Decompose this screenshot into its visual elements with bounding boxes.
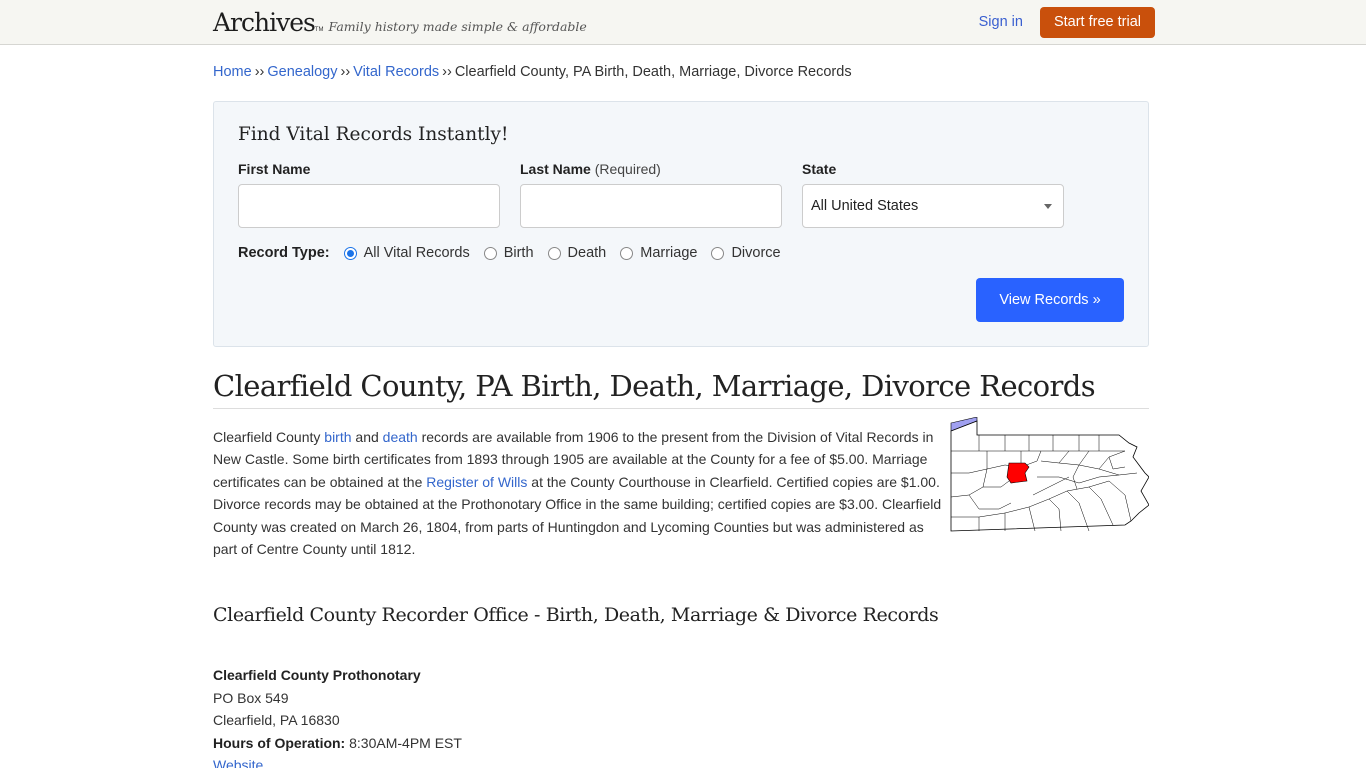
sign-in-link[interactable]: Sign in [979, 14, 1023, 30]
chevron-down-icon [1044, 203, 1052, 209]
record-type-group: Record Type: All Vital Records Birth Dea… [238, 245, 1124, 261]
first-name-label: First Name [238, 161, 311, 177]
register-of-wills-link[interactable]: Register of Wills [426, 474, 527, 490]
breadcrumb: Home ›› Genealogy ›› Vital Records ›› Clearfie… [211, 64, 1155, 80]
state-label: State [802, 161, 837, 177]
breadcrumb-genealogy[interactable]: Genealogy [267, 64, 337, 80]
intro-paragraph: Clearfield County birth and death record… [213, 429, 942, 558]
office-info: Clearfield County Prothonotary PO Box 54… [213, 664, 1155, 768]
breadcrumb-current: Clearfield County, PA Birth, Death, Marr… [454, 64, 852, 80]
radio-marriage[interactable]: Marriage [620, 245, 697, 261]
tagline: Family history made simple & affordable [328, 18, 587, 34]
search-panel: Find Vital Records Instantly! First Name… [213, 101, 1149, 347]
recorder-office-heading: Clearfield County Recorder Office - Birt… [213, 604, 939, 627]
breadcrumb-separator: ›› [442, 64, 452, 80]
state-selected-value: All United States [811, 198, 919, 214]
record-type-label: Record Type: [238, 245, 330, 261]
logo[interactable]: Archives [213, 8, 316, 37]
page-title: Clearfield County, PA Birth, Death, Marr… [213, 369, 1149, 409]
radio-button[interactable] [547, 246, 561, 260]
office-address-line1: PO Box 549 [213, 689, 289, 706]
radio-button[interactable] [483, 246, 497, 260]
brand[interactable]: Archives TM Family history made simple & … [213, 8, 587, 37]
state-select[interactable]: All United States [802, 184, 1064, 228]
breadcrumb-separator: ›› [254, 64, 265, 80]
death-link[interactable]: death [383, 429, 418, 445]
last-name-label: Last Name (Required) [520, 161, 661, 177]
office-hours: Hours of Operation: 8:30AM-4PM EST [213, 732, 1155, 754]
hours-value: 8:30AM-4PM EST [349, 734, 462, 751]
pennsylvania-county-map [950, 417, 1149, 532]
last-name-input[interactable] [520, 184, 782, 228]
radio-button[interactable] [620, 246, 634, 260]
hours-label: Hours of Operation: [213, 734, 346, 751]
radio-button-checked[interactable] [343, 246, 357, 260]
top-header: Archives TM Family history made simple & … [0, 0, 1366, 45]
radio-divorce[interactable]: Divorce [711, 245, 781, 261]
start-free-trial-button[interactable]: Start free trial [1039, 6, 1155, 38]
view-records-button[interactable]: View Records » [976, 278, 1124, 322]
office-name: Clearfield County Prothonotary [213, 667, 421, 684]
intro-section: Clearfield County birth and death record… [213, 417, 1149, 560]
birth-link[interactable]: birth [324, 429, 351, 445]
radio-button[interactable] [711, 246, 725, 260]
radio-birth[interactable]: Birth [483, 245, 534, 261]
first-name-input[interactable] [238, 184, 500, 228]
office-website-link[interactable]: Website [213, 757, 263, 768]
search-panel-title: Find Vital Records Instantly! [238, 124, 509, 145]
radio-death[interactable]: Death [547, 245, 606, 261]
radio-all-vital-records[interactable]: All Vital Records [343, 245, 470, 261]
breadcrumb-separator: ›› [340, 64, 351, 80]
office-address-line2: Clearfield, PA 16830 [213, 712, 340, 729]
main-content: Home ›› Genealogy ›› Vital Records ›› Clearfie… [211, 64, 1155, 768]
trademark-mark: TM [314, 26, 324, 33]
breadcrumb-home[interactable]: Home [213, 64, 252, 80]
required-note: (Required) [594, 161, 661, 177]
breadcrumb-vital-records[interactable]: Vital Records [353, 64, 439, 80]
state-outline [950, 420, 1149, 532]
